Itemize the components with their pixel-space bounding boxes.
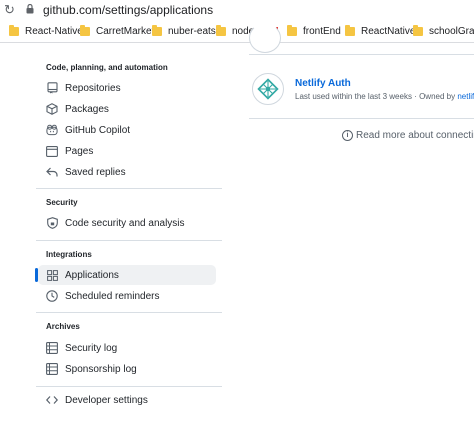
sidebar-item-saved-replies[interactable]: Saved replies [38, 162, 216, 182]
section-heading-archives: Archives [46, 322, 80, 331]
folder-icon [9, 24, 19, 36]
info-icon: i [342, 130, 353, 141]
app-name-link[interactable]: Netlify Auth [295, 78, 351, 89]
folder-icon [152, 24, 162, 36]
sidebar-item-label: Developer settings [65, 394, 148, 406]
bookmark-nuber-eats[interactable]: nuber-eats [152, 24, 216, 38]
log-icon [46, 363, 58, 375]
folder-icon [345, 24, 355, 36]
sidebar-item-github-copilot[interactable]: GitHub Copilot [38, 120, 216, 140]
copilot-icon [46, 124, 58, 136]
bookmark-react-native[interactable]: React-Native [9, 24, 83, 38]
lock-icon[interactable] [26, 4, 34, 14]
bookmark-reactnative[interactable]: ReactNative [345, 24, 415, 38]
code-icon [46, 394, 58, 406]
bookmarks-bar: React-Native CarretMarket nuber-eats nod… [0, 20, 474, 43]
bookmark-carretmarket[interactable]: CarretMarket [80, 24, 154, 38]
address-bar: ↻ github.com/settings/applications [0, 0, 474, 20]
sidebar-item-label: Security log [65, 342, 118, 354]
sidebar-item-developer-settings[interactable]: Developer settings [38, 390, 216, 410]
sidebar-item-sponsorship-log[interactable]: Sponsorship log [38, 359, 216, 379]
settings-sidebar: Code, planning, and automation Repositor… [0, 43, 235, 423]
sidebar-item-label: Packages [65, 103, 109, 115]
bookmark-schoolgram[interactable]: schoolGram [413, 24, 474, 38]
sidebar-item-label: GitHub Copilot [65, 124, 131, 136]
repo-icon [46, 82, 58, 94]
sidebar-divider [36, 386, 222, 387]
list-divider [249, 118, 474, 119]
sidebar-item-label: Pages [65, 145, 94, 157]
sidebar-item-label: Sponsorship log [65, 363, 137, 375]
reply-icon [46, 166, 58, 178]
section-heading-security: Security [46, 198, 78, 207]
bookmark-frontend[interactable]: frontEnd [287, 24, 341, 38]
app-last-used: Last used within the last 3 weeks · Owne… [295, 92, 456, 101]
sidebar-item-label: Saved replies [65, 166, 126, 178]
bookmark-label: schoolGram [429, 25, 474, 37]
sidebar-item-pages[interactable]: Pages [38, 141, 216, 161]
sidebar-item-security-log[interactable]: Security log [38, 338, 216, 358]
folder-icon [80, 24, 90, 36]
package-icon [46, 103, 58, 115]
sidebar-item-label: Applications [65, 269, 119, 281]
apps-icon [46, 269, 58, 281]
shield-lock-icon [46, 217, 58, 229]
sidebar-item-label: Scheduled reminders [65, 290, 160, 302]
folder-icon [216, 24, 226, 36]
netlify-logo [252, 73, 284, 105]
section-heading-code: Code, planning, and automation [46, 63, 168, 72]
read-more-link[interactable]: i Read more about connecting [342, 130, 474, 141]
sidebar-divider [36, 188, 222, 189]
bookmark-label: React-Native [25, 25, 83, 37]
clock-icon [46, 290, 58, 302]
url-text[interactable]: github.com/settings/applications [43, 3, 213, 17]
sidebar-item-label: Code security and analysis [65, 217, 185, 229]
folder-icon [413, 24, 423, 36]
folder-icon [287, 24, 297, 36]
sidebar-item-code-security[interactable]: Code security and analysis [38, 213, 216, 233]
sidebar-item-label: Repositories [65, 82, 121, 94]
app-owner-link[interactable]: netlify [457, 92, 474, 101]
sidebar-divider [36, 240, 222, 241]
app-logo-partial [249, 23, 281, 53]
list-divider [249, 54, 474, 55]
read-more-label: Read more about connecting [356, 130, 474, 141]
browser-icon [46, 145, 58, 157]
bookmark-label: CarretMarket [96, 25, 155, 37]
bookmark-label: frontEnd [303, 25, 341, 37]
app-meta: Last used within the last 3 weeks · Owne… [295, 92, 474, 101]
bookmark-label: ReactNative [361, 25, 416, 37]
sidebar-item-applications[interactable]: Applications [35, 265, 216, 285]
log-icon [46, 342, 58, 354]
sidebar-item-packages[interactable]: Packages [38, 99, 216, 119]
section-heading-integrations: Integrations [46, 250, 92, 259]
reload-icon[interactable]: ↻ [4, 2, 15, 18]
sidebar-divider [36, 312, 222, 313]
sidebar-item-scheduled-reminders[interactable]: Scheduled reminders [38, 286, 216, 306]
bookmark-label: nuber-eats [168, 25, 216, 37]
sidebar-item-repositories[interactable]: Repositories [38, 78, 216, 98]
